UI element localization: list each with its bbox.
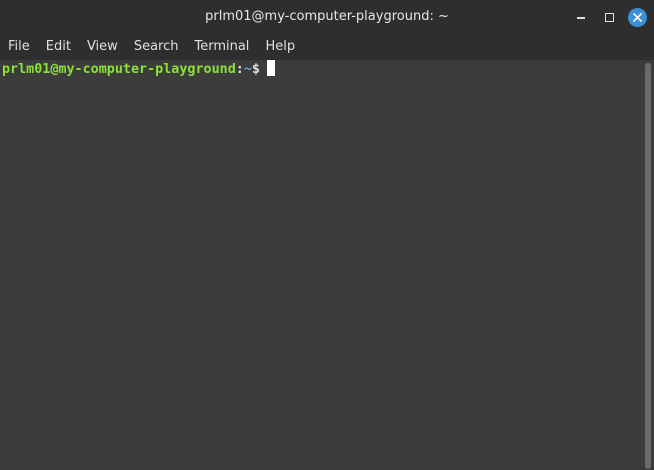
scrollbar-thumb[interactable]	[645, 63, 651, 469]
menu-help[interactable]: Help	[257, 34, 303, 60]
scrollbar[interactable]	[641, 60, 654, 470]
title-bar[interactable]: prlm01@my-computer-playground: ~	[0, 0, 654, 34]
menu-view[interactable]: View	[79, 34, 126, 60]
minimize-icon	[577, 17, 585, 19]
terminal-window: prlm01@my-computer-playground: ~ File Ed…	[0, 0, 654, 470]
menu-search[interactable]: Search	[126, 34, 187, 60]
menu-file[interactable]: File	[0, 34, 38, 60]
close-button[interactable]	[627, 7, 647, 27]
maximize-icon	[604, 12, 614, 22]
maximize-button[interactable]	[599, 7, 619, 27]
prompt-path: ~	[243, 62, 252, 77]
prompt-symbol: $	[251, 62, 260, 77]
terminal-area[interactable]: prlm01@my-computer-playground:~$	[0, 60, 640, 470]
menu-bar: File Edit View Search Terminal Help	[0, 34, 654, 60]
window-title: prlm01@my-computer-playground: ~	[205, 9, 449, 24]
minimize-button[interactable]	[571, 7, 591, 27]
menu-edit[interactable]: Edit	[38, 34, 79, 60]
prompt-separator: :	[235, 62, 244, 77]
close-icon	[627, 7, 647, 27]
menu-terminal[interactable]: Terminal	[186, 34, 257, 60]
prompt-user-host: prlm01@my-computer-playground	[2, 62, 236, 77]
text-cursor	[266, 60, 275, 76]
prompt-line: prlm01@my-computer-playground:~$	[2, 60, 275, 79]
